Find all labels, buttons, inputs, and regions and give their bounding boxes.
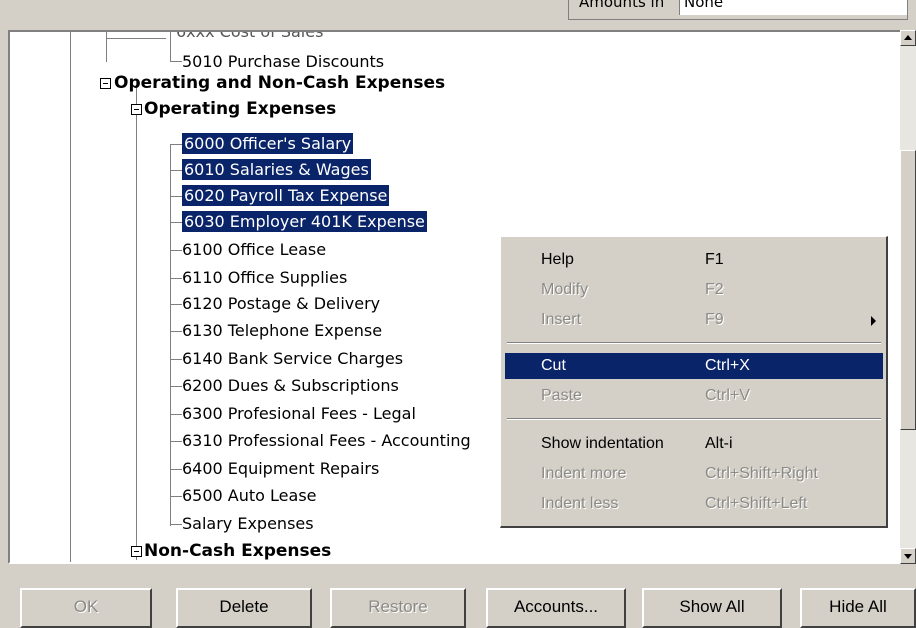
amounts-in-label: Amounts in (579, 0, 665, 11)
tree-item[interactable]: 6140 Bank Service Charges (182, 347, 403, 371)
tree-line (170, 61, 182, 62)
submenu-arrow-icon (871, 316, 876, 326)
menu-separator (507, 418, 881, 420)
tree-line (170, 32, 171, 62)
scroll-thumb[interactable] (900, 150, 916, 430)
tree-line (106, 38, 166, 39)
tree-group-header[interactable]: Operating Expenses (144, 97, 336, 121)
tree-item[interactable]: 6300 Profesional Fees - Legal (182, 402, 416, 426)
top-strip: Amounts in None (0, 0, 916, 30)
menu-item-indent-less[interactable]: Indent less Ctrl+Shift+Left (505, 491, 883, 517)
tree-item[interactable]: Salary Expenses (182, 512, 314, 536)
scroll-down-icon[interactable] (900, 548, 916, 564)
tree-line (70, 32, 71, 562)
tree-item[interactable]: 6130 Telephone Expense (182, 319, 382, 343)
tree-item[interactable]: 6010 Salaries & Wages (182, 158, 371, 182)
menu-item-cut[interactable]: Cut Ctrl+X (505, 353, 883, 379)
ok-button[interactable]: OK (20, 588, 152, 628)
tree-group-header[interactable]: Non-Cash Expenses (144, 539, 331, 562)
menu-item-help[interactable]: Help F1 (505, 247, 883, 273)
menu-item-paste[interactable]: Paste Ctrl+V (505, 383, 883, 409)
scroll-up-icon[interactable] (900, 30, 916, 46)
menu-separator (507, 342, 881, 344)
menu-item-indent-more[interactable]: Indent more Ctrl+Shift+Right (505, 461, 883, 487)
restore-button[interactable]: Restore (330, 588, 466, 628)
tree-item[interactable]: 6000 Officer's Salary (182, 132, 354, 156)
context-menu: Help F1 Modify F2 Insert F9 Cut Ctrl+X P… (500, 236, 888, 528)
tree-item[interactable]: 6110 Office Supplies (182, 266, 347, 290)
collapse-icon[interactable] (131, 104, 142, 115)
tree-item[interactable]: 6030 Employer 401K Expense (182, 210, 427, 234)
tree-line (106, 32, 107, 62)
menu-item-modify[interactable]: Modify F2 (505, 277, 883, 303)
accounts-button[interactable]: Accounts... (486, 588, 626, 628)
tree-item[interactable]: 6400 Equipment Repairs (182, 457, 379, 481)
hide-all-button[interactable]: Hide All (800, 588, 916, 628)
tree-line (136, 82, 137, 560)
tree-item[interactable]: 6120 Postage & Delivery (182, 292, 380, 316)
amounts-in-select[interactable]: None (679, 0, 907, 15)
menu-item-insert[interactable]: Insert F9 (505, 307, 883, 333)
menu-item-show-indentation[interactable]: Show indentation Alt-i (505, 431, 883, 457)
tree-item[interactable]: 6500 Auto Lease (182, 484, 317, 508)
tree-group-header[interactable]: Operating and Non-Cash Expenses (114, 71, 445, 95)
collapse-icon[interactable] (131, 546, 142, 557)
collapse-icon[interactable] (100, 78, 111, 89)
tree-item[interactable]: 6200 Dues & Subscriptions (182, 374, 399, 398)
show-all-button[interactable]: Show All (642, 588, 782, 628)
amounts-in-group: Amounts in None (568, 0, 908, 20)
delete-button[interactable]: Delete (176, 588, 312, 628)
tree-item[interactable]: 6100 Office Lease (182, 238, 326, 262)
tree-item[interactable]: 6020 Payroll Tax Expense (182, 184, 390, 208)
tree-scrollbar[interactable] (900, 30, 916, 564)
tree-item[interactable]: 6310 Professional Fees - Accounting (182, 429, 471, 453)
tree-item[interactable]: 6xxx Cost of Sales (176, 32, 323, 44)
